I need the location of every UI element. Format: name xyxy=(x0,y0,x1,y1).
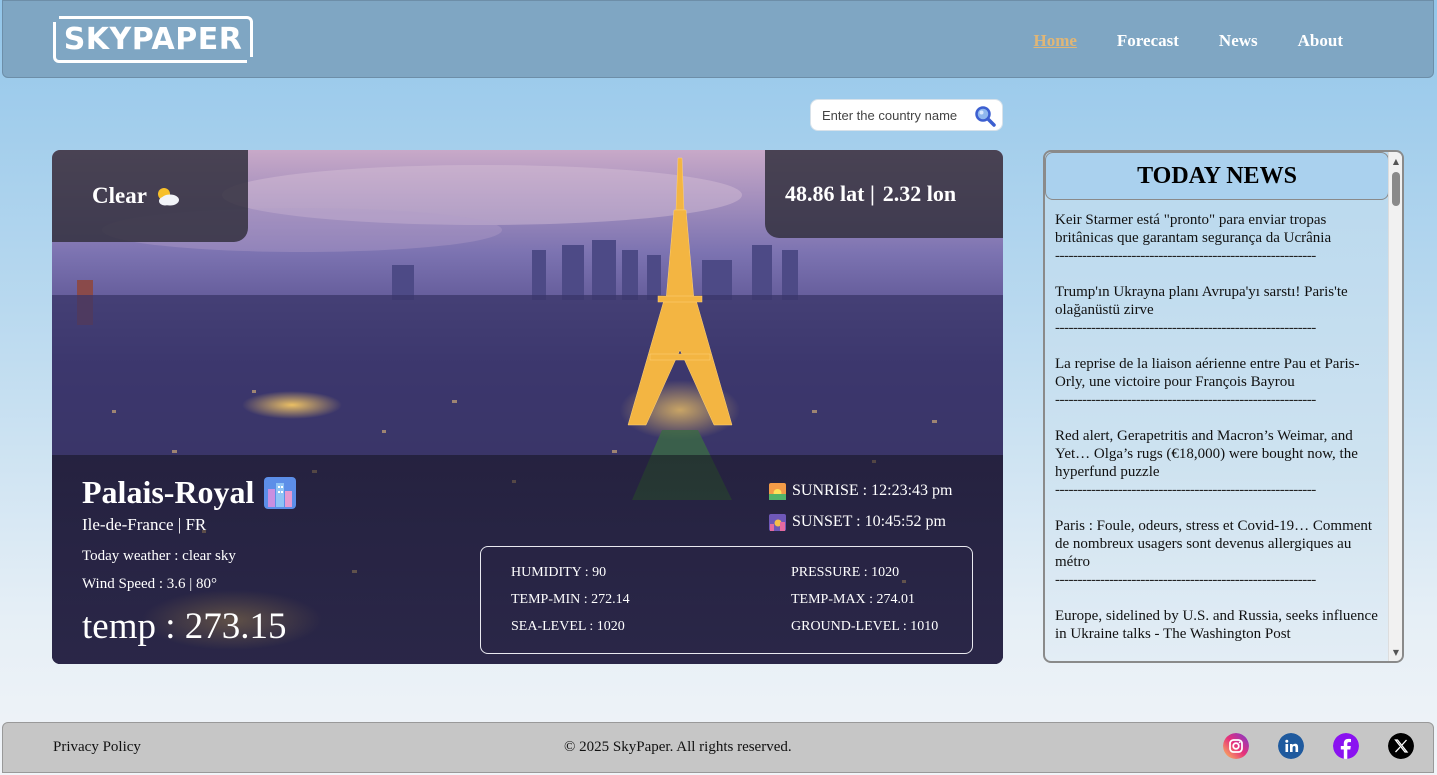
top-header: SKYPAPER Home Forecast News About xyxy=(2,0,1434,78)
x-icon[interactable] xyxy=(1388,733,1414,759)
nav-home-link[interactable]: Home xyxy=(1033,31,1076,51)
today-news-panel[interactable]: TODAY NEWS Keir Starmer está "pronto" pa… xyxy=(1043,150,1404,663)
country-search xyxy=(810,99,1003,131)
weather-hero-card: Clear 48.86 lat | 2.32 lon Palais-Royal … xyxy=(52,150,1003,664)
news-item[interactable]: Red alert, Gerapetritis and Macron’s Wei… xyxy=(1055,427,1380,499)
news-separator: ----------------------------------------… xyxy=(1055,482,1316,498)
skypaper-logo[interactable]: SKYPAPER xyxy=(51,14,255,65)
scroll-up-arrow-icon[interactable]: ▲ xyxy=(1389,154,1402,168)
privacy-policy-link[interactable]: Privacy Policy xyxy=(53,739,141,756)
coordinates-panel: 48.86 lat | 2.32 lon xyxy=(765,150,1003,238)
logo-text: SKYPAPER xyxy=(63,22,243,57)
sunrise-icon xyxy=(769,482,786,500)
facebook-icon[interactable] xyxy=(1333,733,1359,759)
humidity-value: HUMIDITY : 90 xyxy=(511,565,607,580)
scroll-thumb[interactable] xyxy=(1392,172,1400,206)
sunset-icon xyxy=(769,513,786,531)
news-headline: Trump'ın Ukrayna planı Avrupa'yı sarstı!… xyxy=(1055,284,1348,318)
pressure-value: PRESSURE : 1020 xyxy=(791,565,900,580)
ground-level-value: GROUND-LEVEL : 1010 xyxy=(791,619,939,634)
news-header: TODAY NEWS xyxy=(1045,152,1389,200)
news-separator: ----------------------------------------… xyxy=(1055,248,1316,264)
news-separator: ----------------------------------------… xyxy=(1055,320,1316,336)
news-scrollbar[interactable]: ▲ ▼ xyxy=(1388,152,1402,661)
copyright-text: © 2025 SkyPaper. All rights reserved. xyxy=(564,739,792,755)
main-nav: Home Forecast News About xyxy=(1033,31,1343,51)
city-heading: Palais-Royal xyxy=(82,474,297,511)
sea-level-value: SEA-LEVEL : 1020 xyxy=(511,619,625,634)
news-list: Keir Starmer está "pronto" para enviar t… xyxy=(1055,211,1380,661)
news-headline: Europe, sidelined by U.S. and Russia, se… xyxy=(1055,608,1378,642)
news-headline: Red alert, Gerapetritis and Macron’s Wei… xyxy=(1055,428,1358,480)
page-footer: Privacy Policy © 2025 SkyPaper. All righ… xyxy=(2,722,1434,773)
weather-stats-box: HUMIDITY : 90 PRESSURE : 1020 TEMP-MIN :… xyxy=(480,546,973,654)
nav-news-link[interactable]: News xyxy=(1219,31,1258,51)
temperature: temp : 273.15 xyxy=(82,606,287,647)
linkedin-icon[interactable] xyxy=(1278,733,1304,759)
news-item[interactable]: Keir Starmer está "pronto" para enviar t… xyxy=(1055,211,1380,265)
sunset-row: SUNSET : 10:45:52 pm xyxy=(769,513,946,531)
sun-behind-cloud-icon xyxy=(157,188,179,206)
news-item[interactable]: La reprise de la liaison aérienne entre … xyxy=(1055,355,1380,409)
news-item[interactable]: Paris : Foule, odeurs, stress et Covid-1… xyxy=(1055,517,1380,589)
search-icon[interactable] xyxy=(974,105,996,127)
region-country: Ile-de-France | FR xyxy=(82,515,207,534)
news-separator: ----------------------------------------… xyxy=(1055,572,1316,588)
news-headline: La reprise de la liaison aérienne entre … xyxy=(1055,356,1360,390)
sunrise-row: SUNRISE : 12:23:43 pm xyxy=(769,482,952,500)
country-search-input[interactable] xyxy=(822,107,972,123)
wind-speed: Wind Speed : 3.6 | 80° xyxy=(82,576,218,592)
latitude: 48.86 lat | xyxy=(785,181,875,206)
temp-max-value: TEMP-MAX : 274.01 xyxy=(791,592,916,607)
nav-about-link[interactable]: About xyxy=(1298,31,1343,51)
weather-description: Today weather : clear sky xyxy=(82,548,236,564)
instagram-icon[interactable] xyxy=(1223,733,1249,759)
news-headline: Keir Starmer está "pronto" para enviar t… xyxy=(1055,212,1332,246)
news-item[interactable]: Trump'ın Ukrayna planı Avrupa'yı sarstı!… xyxy=(1055,283,1380,337)
weather-condition: Clear xyxy=(92,183,147,208)
cityscape-icon xyxy=(264,476,297,509)
nav-forecast-link[interactable]: Forecast xyxy=(1117,31,1179,51)
sunset-time: SUNSET : 10:45:52 pm xyxy=(792,513,946,530)
news-headline: Paris : Foule, odeurs, stress et Covid-1… xyxy=(1055,518,1373,570)
longitude: 2.32 lon xyxy=(882,181,957,206)
scroll-down-arrow-icon[interactable]: ▼ xyxy=(1389,645,1402,659)
news-title: TODAY NEWS xyxy=(1137,162,1297,189)
sunrise-time: SUNRISE : 12:23:43 pm xyxy=(792,482,953,499)
city-name: Palais-Royal xyxy=(82,474,255,510)
condition-panel: Clear xyxy=(52,150,248,242)
news-item[interactable]: Europe, sidelined by U.S. and Russia, se… xyxy=(1055,607,1380,643)
temp-min-value: TEMP-MIN : 272.14 xyxy=(511,592,630,607)
news-separator: ----------------------------------------… xyxy=(1055,392,1316,408)
